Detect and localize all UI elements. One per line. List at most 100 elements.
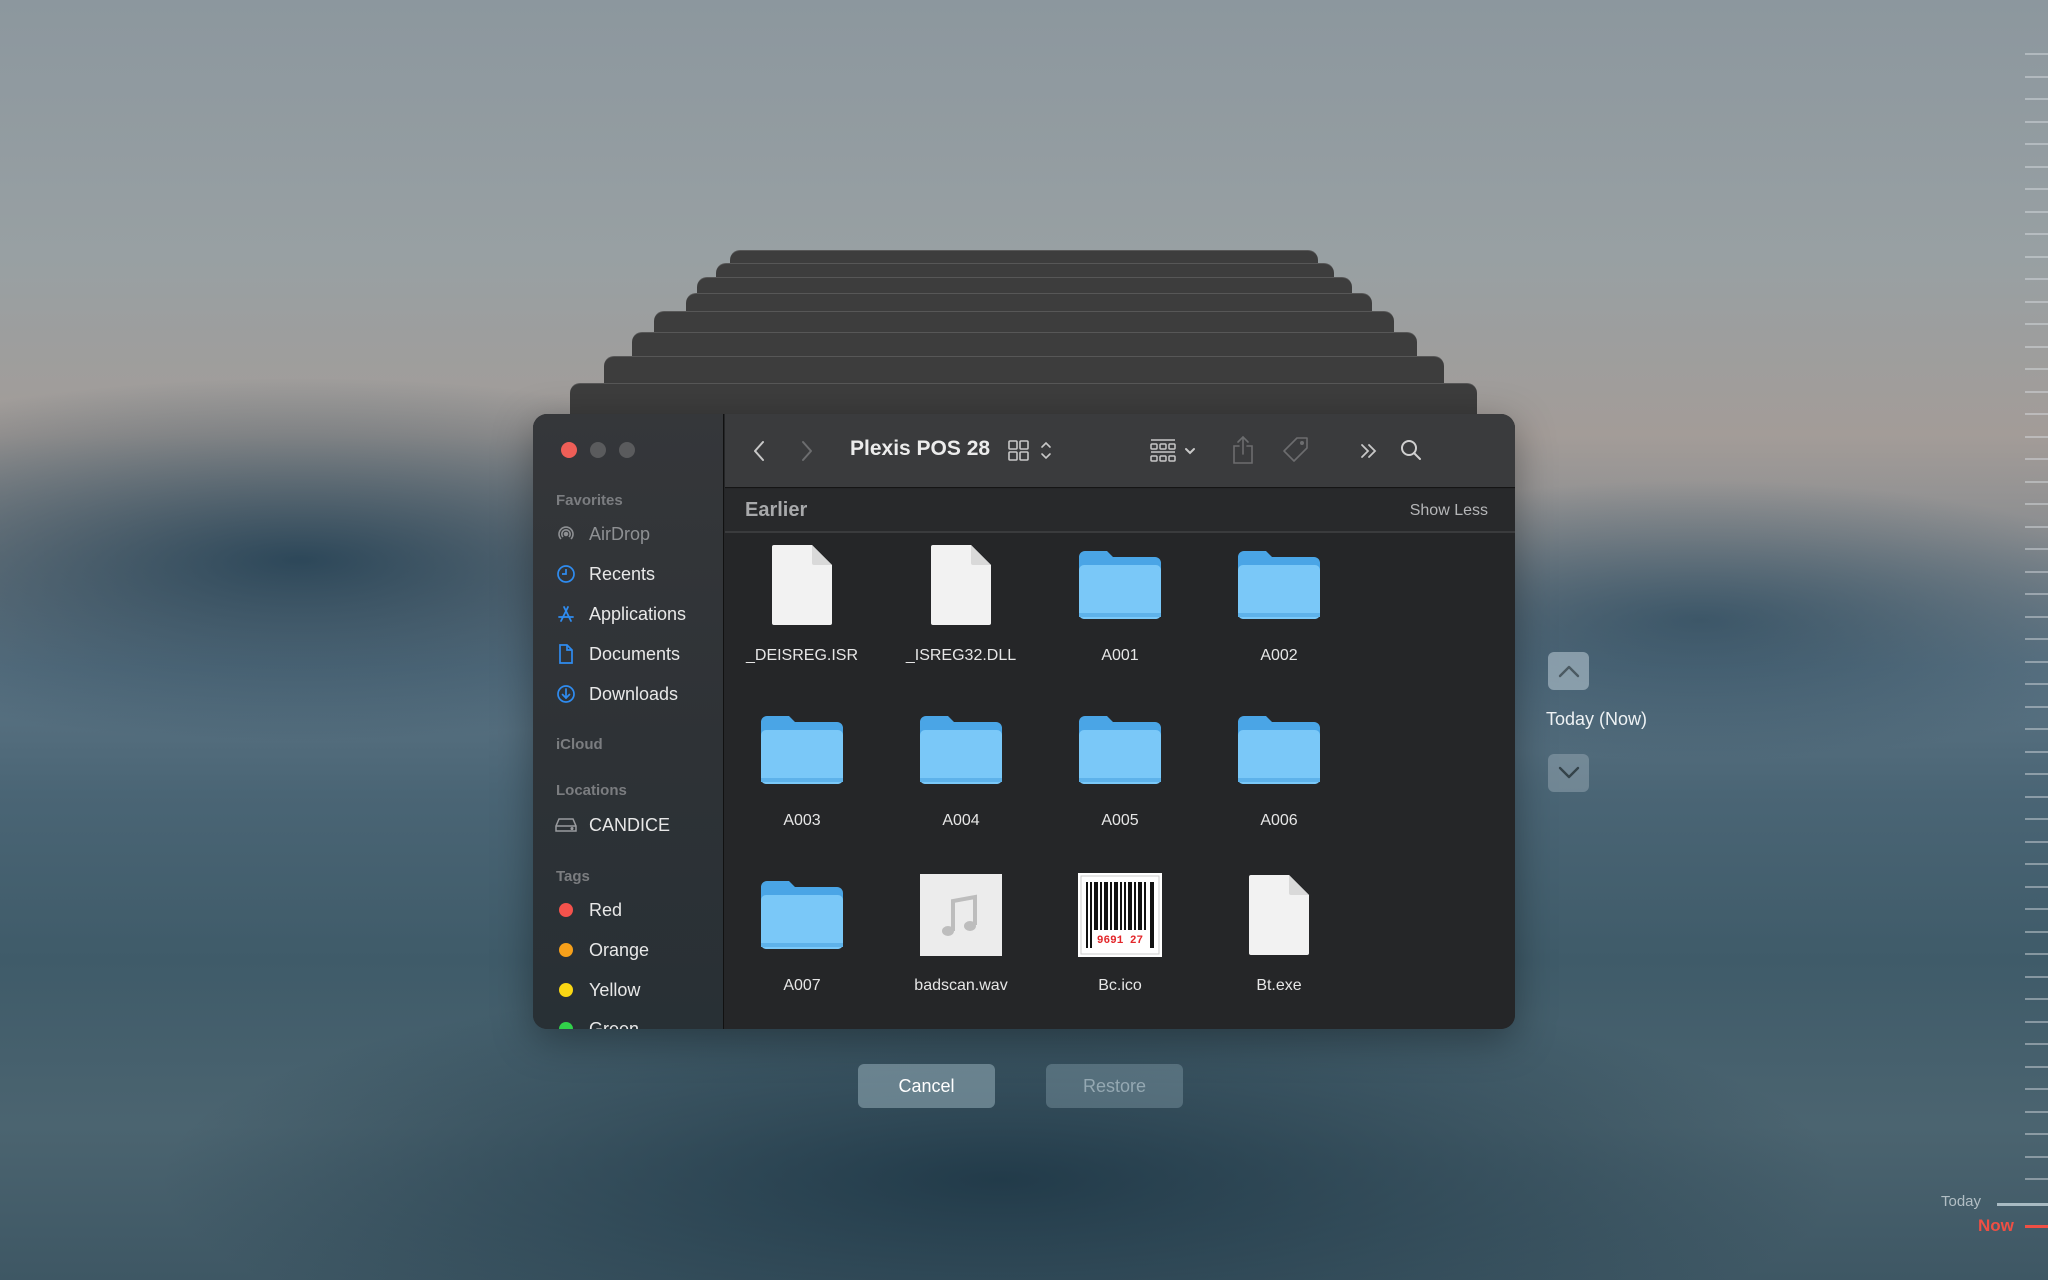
close-window-button[interactable] — [561, 442, 577, 458]
folder-item[interactable]: A002 — [1204, 535, 1354, 685]
sidebar-item-applications[interactable]: Applications — [555, 599, 686, 629]
folder-item[interactable]: A001 — [1045, 535, 1195, 685]
folder-item[interactable]: A003 — [727, 700, 877, 850]
folder-item[interactable]: A007 — [727, 865, 877, 1015]
search-button[interactable] — [1397, 436, 1425, 464]
timeline-tick[interactable] — [2025, 638, 2048, 640]
timeline-tick[interactable] — [2025, 503, 2048, 505]
timeline-tick[interactable] — [2025, 683, 2048, 685]
timeline-tick[interactable] — [2025, 346, 2048, 348]
backup-snapshot[interactable] — [604, 356, 1444, 386]
file-item[interactable]: _DEISREG.ISR — [727, 535, 877, 685]
sidebar-item-airdrop[interactable]: AirDrop — [555, 519, 650, 549]
file-item[interactable]: _ISREG32.DLL — [886, 535, 1036, 685]
timeline-tick[interactable] — [2025, 863, 2048, 865]
timeline-tick[interactable] — [2025, 728, 2048, 730]
timeline-tick[interactable] — [2025, 143, 2048, 145]
share-button[interactable] — [1228, 434, 1258, 466]
timeline-tick[interactable] — [2025, 1156, 2048, 1158]
cancel-button[interactable]: Cancel — [858, 1064, 995, 1108]
timeline-tick[interactable] — [2025, 76, 2048, 78]
timeline-tick[interactable] — [2025, 998, 2048, 1000]
timeline-tick[interactable] — [2025, 616, 2048, 618]
audio-file-icon — [920, 874, 1002, 956]
timeline-tick[interactable] — [2025, 706, 2048, 708]
timeline-tick[interactable] — [2025, 166, 2048, 168]
timeline-tick[interactable] — [2025, 953, 2048, 955]
timeline-tick[interactable] — [2025, 908, 2048, 910]
timeline-tick[interactable] — [2025, 256, 2048, 258]
timeline-tick[interactable] — [2025, 233, 2048, 235]
sidebar-tag-orange[interactable]: Orange — [555, 935, 649, 965]
timeline-tick[interactable] — [2025, 818, 2048, 820]
timeline-tick[interactable] — [2025, 53, 2048, 55]
timeline-tick[interactable] — [2025, 1133, 2048, 1135]
folder-item[interactable]: A005 — [1045, 700, 1195, 850]
timeline-tick[interactable] — [2025, 751, 2048, 753]
sidebar-tag-yellow[interactable]: Yellow — [555, 975, 640, 1005]
previous-snapshot-button[interactable] — [1548, 652, 1589, 690]
view-mode-button[interactable] — [1007, 438, 1057, 464]
timeline-tick[interactable] — [2025, 413, 2048, 415]
timeline-tick[interactable] — [2025, 886, 2048, 888]
timeline-tick[interactable] — [2025, 931, 2048, 933]
timeline-tick[interactable] — [2025, 436, 2048, 438]
restore-button[interactable]: Restore — [1046, 1064, 1183, 1108]
clock-icon — [555, 563, 577, 585]
timeline-tick[interactable] — [2025, 661, 2048, 663]
timeline-tick[interactable] — [2025, 1021, 2048, 1023]
timeline-tick[interactable] — [2025, 368, 2048, 370]
zoom-window-button[interactable] — [619, 442, 635, 458]
timeline-tick[interactable] — [2025, 121, 2048, 123]
timeline-tick[interactable] — [2025, 391, 2048, 393]
sidebar-item-recents[interactable]: Recents — [555, 559, 655, 589]
timeline-tick[interactable] — [2025, 278, 2048, 280]
sidebar-item-candice[interactable]: CANDICE — [555, 810, 670, 840]
timeline-tick[interactable] — [2025, 98, 2048, 100]
tag-button[interactable] — [1280, 434, 1312, 466]
group-by-button[interactable] — [1149, 438, 1203, 464]
timeline-tick[interactable] — [2025, 976, 2048, 978]
timeline-tick[interactable] — [2025, 548, 2048, 550]
sidebar-tag-green[interactable]: Green — [555, 1014, 639, 1029]
sidebar-item-label: Red — [589, 899, 623, 920]
timeline-tick[interactable] — [2025, 323, 2048, 325]
file-item[interactable]: badscan.wav — [886, 865, 1036, 1015]
timeline-now-marker[interactable] — [2025, 1225, 2048, 1228]
timeline-tick[interactable] — [2025, 796, 2048, 798]
timeline-tick[interactable] — [2025, 188, 2048, 190]
timeline-tick[interactable] — [2025, 301, 2048, 303]
timeline-tick[interactable] — [2025, 841, 2048, 843]
sidebar-section-icloud[interactable]: iCloud — [556, 736, 603, 753]
timeline-tick[interactable] — [2025, 593, 2048, 595]
timeline-now-label[interactable]: Now — [1978, 1216, 2014, 1236]
next-snapshot-button[interactable] — [1548, 754, 1589, 792]
timeline-today-label[interactable]: Today — [1941, 1193, 1981, 1210]
timeline-tick[interactable] — [2025, 1111, 2048, 1113]
timeline-today-marker[interactable] — [1997, 1203, 2048, 1206]
minimize-window-button[interactable] — [590, 442, 606, 458]
timeline-tick[interactable] — [2025, 526, 2048, 528]
timeline-tick[interactable] — [2025, 1088, 2048, 1090]
sidebar-item-downloads[interactable]: Downloads — [555, 679, 678, 709]
section-header: Earlier Show Less — [725, 489, 1515, 533]
more-toolbar-button[interactable] — [1357, 438, 1381, 464]
sidebar-item-label: Applications — [589, 603, 687, 624]
back-button[interactable] — [747, 438, 771, 464]
sidebar-tag-red[interactable]: Red — [555, 895, 622, 925]
timeline-tick[interactable] — [2025, 1043, 2048, 1045]
timeline-tick[interactable] — [2025, 571, 2048, 573]
timeline-tick[interactable] — [2025, 481, 2048, 483]
timeline-tick[interactable] — [2025, 211, 2048, 213]
show-less-button[interactable]: Show Less — [1410, 502, 1488, 520]
folder-item[interactable]: A004 — [886, 700, 1036, 850]
timeline-tick[interactable] — [2025, 1178, 2048, 1180]
folder-item[interactable]: A006 — [1204, 700, 1354, 850]
timeline-tick[interactable] — [2025, 458, 2048, 460]
forward-button[interactable] — [795, 438, 819, 464]
timeline-tick[interactable] — [2025, 773, 2048, 775]
file-item[interactable]: 9691 27 Bc.ico — [1045, 865, 1195, 1015]
file-item[interactable]: Bt.exe — [1204, 865, 1354, 1015]
sidebar-item-documents[interactable]: Documents — [555, 639, 680, 669]
timeline-tick[interactable] — [2025, 1066, 2048, 1068]
